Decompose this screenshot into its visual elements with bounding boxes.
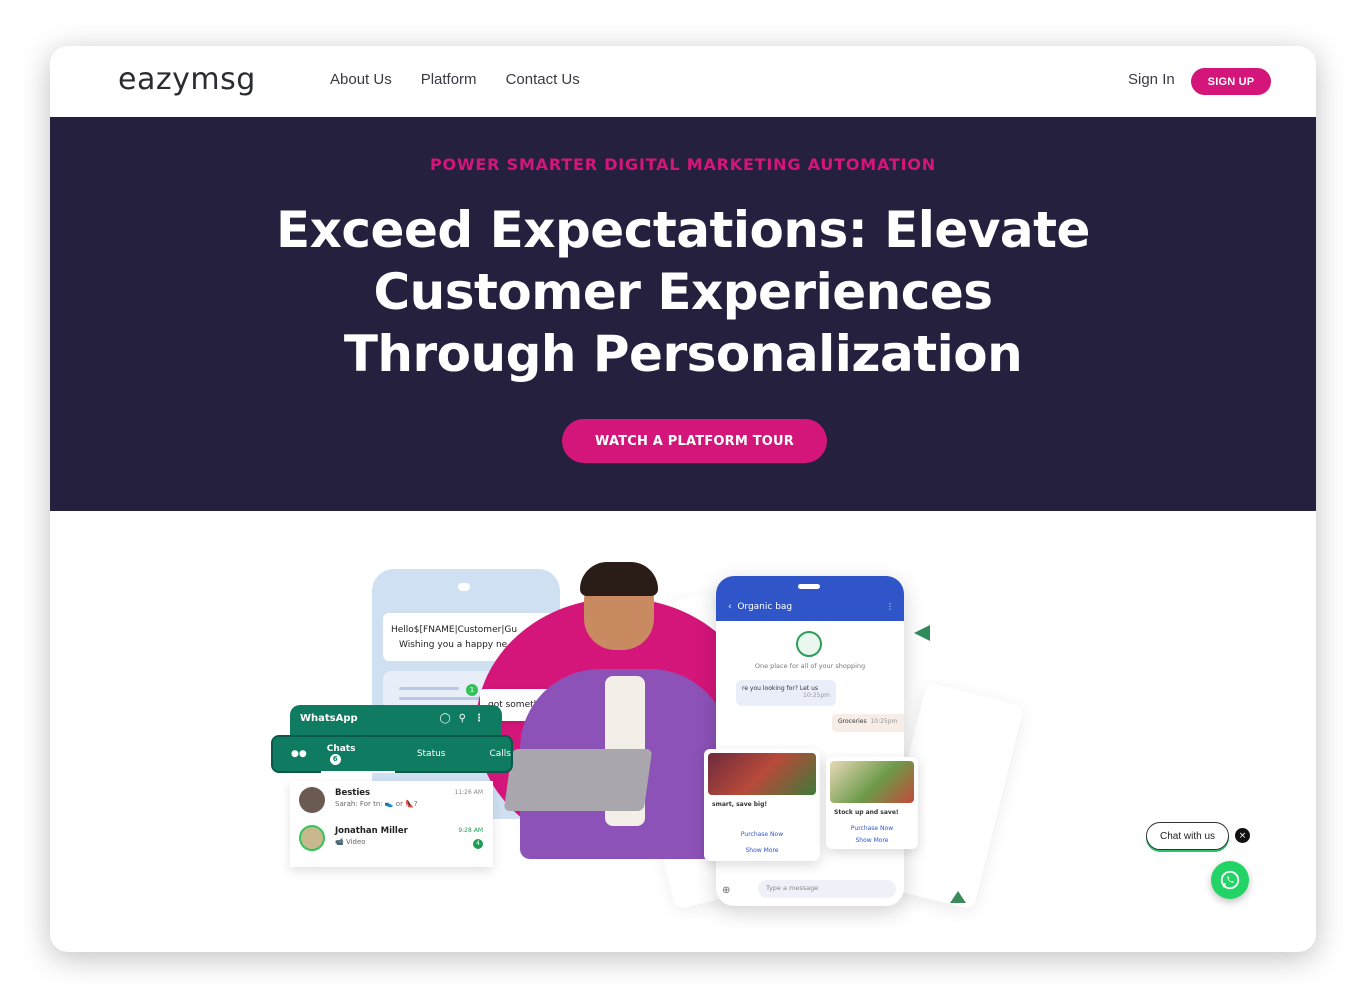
close-icon[interactable]: × xyxy=(1235,828,1250,843)
chat-time: 9:28 AM xyxy=(458,827,483,834)
store-title: Organic bag xyxy=(737,602,793,612)
chat-row: Besties Sarah: For tn: 👟 or 👠? 11:26 AM xyxy=(290,781,493,819)
chats-count: 6 xyxy=(329,753,341,765)
watch-tour-button[interactable]: WATCH A PLATFORM TOUR xyxy=(562,419,827,463)
chat-name: Jonathan Miller xyxy=(335,826,408,836)
phone-camera xyxy=(458,583,470,591)
nav-platform[interactable]: Platform xyxy=(421,71,477,88)
whatsapp-icon xyxy=(1220,870,1240,890)
chat-app-bar: ‹ Organic bag ⋮ xyxy=(716,576,904,621)
unread-badge: 4 xyxy=(473,839,483,849)
chat-row: Jonathan Miller 📹 Video 9:28 AM 4 xyxy=(290,819,493,857)
phone-notch xyxy=(798,584,820,589)
community-icon: ●● xyxy=(291,749,307,759)
attach-icon: ⊕ xyxy=(722,885,731,896)
tab-status: Status xyxy=(416,749,446,759)
chat-time: 11:26 AM xyxy=(454,789,483,796)
main-nav: About Us Platform Contact Us xyxy=(330,71,580,88)
decor-triangle xyxy=(950,891,966,903)
whatsapp-title: WhatsApp xyxy=(300,713,358,724)
sign-in-link[interactable]: Sign In xyxy=(1128,71,1175,88)
show-more-link: Show More xyxy=(745,847,779,854)
decor-triangle xyxy=(914,625,930,641)
person-hair xyxy=(580,562,658,596)
vegetables-image xyxy=(708,753,816,795)
browser-frame: eazymsg About Us Platform Contact Us Sig… xyxy=(50,46,1316,952)
whatsapp-tabs: ●● Chats6 Status Calls xyxy=(271,735,513,773)
whatsapp-button[interactable] xyxy=(1211,861,1249,899)
person-photo xyxy=(570,562,670,686)
promo-card-1: smart, save big! Purchase Now Show More xyxy=(704,749,820,861)
show-more-link: Show More xyxy=(855,837,889,844)
tab-chats: Chats6 xyxy=(320,744,395,773)
groceries-bubble: Groceries 10:25pm xyxy=(832,714,904,732)
hero-illustration: Hello$[FNAME|Customer|Gu Wishing you a h… xyxy=(50,511,1316,952)
more-icon: ⋮ xyxy=(886,602,894,611)
question-bubble: re you looking for? Let us 10:25pm xyxy=(736,680,836,706)
tab-calls: Calls xyxy=(489,749,512,759)
message-input: Type a message xyxy=(758,880,896,898)
chat-with-us-button[interactable]: Chat with us xyxy=(1146,822,1229,850)
card-title: Stock up and save! xyxy=(834,809,899,816)
hero-section: POWER SMARTER DIGITAL MARKETING AUTOMATI… xyxy=(50,117,1316,511)
whatsapp-header: WhatsApp ◯⚲⋮ xyxy=(290,705,502,735)
chat-name: Besties xyxy=(335,788,371,798)
promo-card-2: Stock up and save! Purchase Now Show Mor… xyxy=(826,757,918,849)
avatar xyxy=(299,825,325,851)
avatar xyxy=(299,787,325,813)
hero-eyebrow: POWER SMARTER DIGITAL MARKETING AUTOMATI… xyxy=(430,155,936,174)
nav-contact-us[interactable]: Contact Us xyxy=(506,71,580,88)
whatsapp-chat-list: Besties Sarah: For tn: 👟 or 👠? 11:26 AM … xyxy=(290,781,493,867)
laptop xyxy=(503,749,653,811)
sign-up-button[interactable]: SIGN UP xyxy=(1191,68,1271,95)
leaf-icon xyxy=(796,631,822,657)
purchase-now-link: Purchase Now xyxy=(740,831,784,838)
nav-about-us[interactable]: About Us xyxy=(330,71,392,88)
hero-headline: Exceed Expectations: Elevate Customer Ex… xyxy=(276,201,1090,383)
chat-preview: Sarah: For tn: 👟 or 👠? xyxy=(335,800,418,808)
notification-badge: 1 xyxy=(466,684,478,696)
groceries-image xyxy=(830,761,914,803)
back-icon: ‹ xyxy=(728,602,738,612)
chat-preview: 📹 Video xyxy=(335,838,366,846)
card-title: smart, save big! xyxy=(712,801,768,808)
store-tagline: One place for all of your shopping xyxy=(754,662,866,670)
purchase-now-link: Purchase Now xyxy=(850,825,894,832)
logo[interactable]: eazymsg xyxy=(118,62,256,97)
whatsapp-header-icons: ◯⚲⋮ xyxy=(439,713,492,724)
site-header: eazymsg About Us Platform Contact Us Sig… xyxy=(50,46,1316,117)
